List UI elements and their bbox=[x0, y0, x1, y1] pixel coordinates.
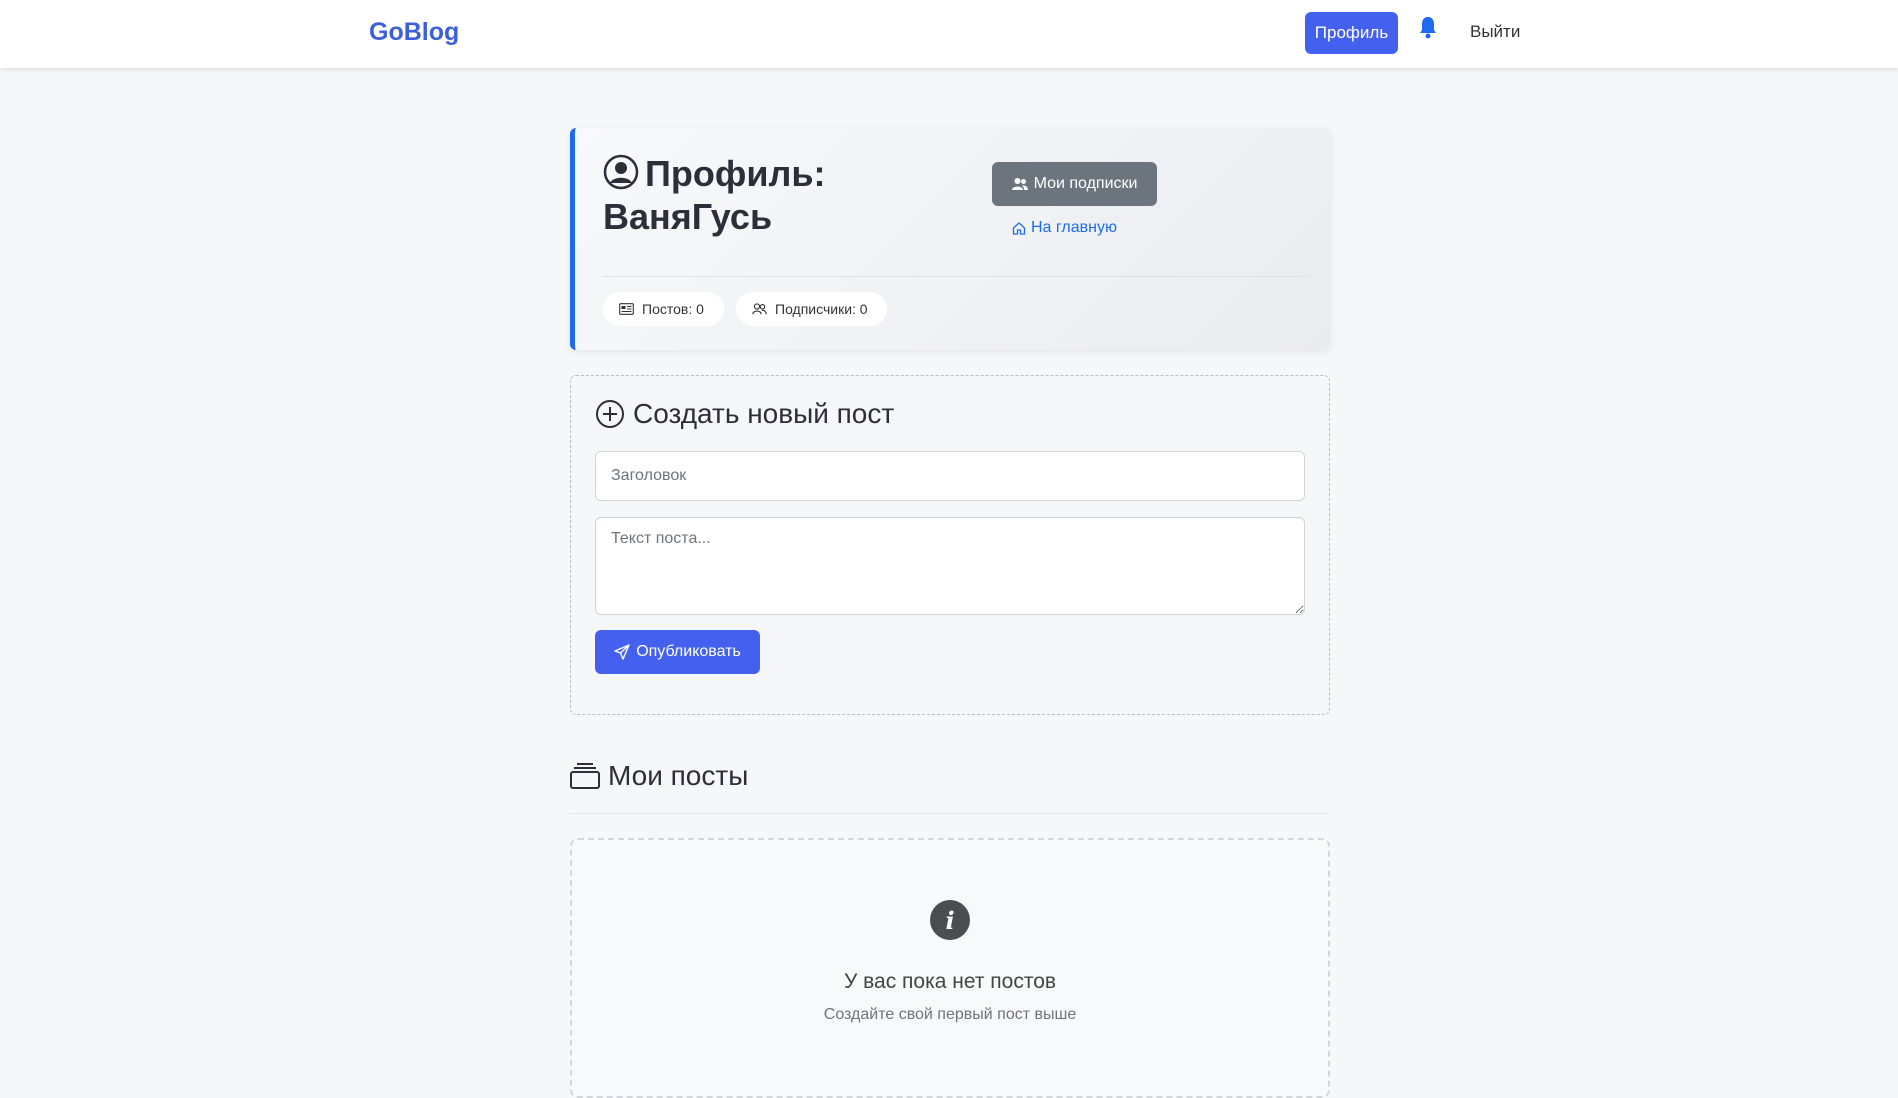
post-text-input[interactable] bbox=[595, 517, 1305, 615]
people-icon bbox=[752, 303, 767, 315]
my-subscriptions-button[interactable]: Мои подписки bbox=[992, 162, 1157, 206]
home-link-label: На главную bbox=[1031, 219, 1117, 236]
my-posts-title: Мои посты bbox=[608, 760, 749, 791]
users-icon bbox=[1011, 178, 1028, 190]
send-icon bbox=[614, 644, 630, 660]
create-post-heading: Создать новый пост bbox=[595, 398, 894, 430]
profile-title: Профиль: ВаняГусь bbox=[603, 152, 983, 238]
empty-posts-card: i У вас пока нет постов Создайте свой пе… bbox=[570, 838, 1330, 1098]
house-icon bbox=[1012, 222, 1026, 235]
profile-button[interactable]: Профиль bbox=[1305, 12, 1398, 54]
collection-icon bbox=[570, 763, 600, 789]
empty-posts-subtitle: Создайте свой первый пост выше bbox=[823, 1006, 1077, 1023]
empty-posts-title: У вас пока нет постов bbox=[843, 970, 1057, 993]
newspaper-icon bbox=[619, 303, 634, 315]
logout-link[interactable]: Выйти bbox=[1470, 22, 1520, 42]
publish-button[interactable]: Опубликовать bbox=[595, 630, 760, 674]
home-link[interactable]: На главную bbox=[1012, 219, 1117, 237]
plus-circle-icon bbox=[596, 400, 624, 428]
profile-username: ВаняГусь bbox=[603, 196, 773, 237]
posts-count-text: Постов: 0 bbox=[642, 301, 704, 317]
create-post-card: Создать новый пост Опубликовать bbox=[570, 375, 1330, 715]
profile-card: Профиль: ВаняГусь Мои подписки На главну… bbox=[570, 128, 1330, 350]
post-title-input[interactable] bbox=[595, 451, 1305, 501]
user-circle-icon bbox=[603, 154, 639, 190]
subscribers-count-badge: Подписчики: 0 bbox=[736, 292, 887, 326]
my-posts-heading: Мои посты bbox=[570, 760, 748, 792]
my-subscriptions-label: Мои подписки bbox=[1033, 175, 1138, 192]
profile-title-prefix: Профиль: bbox=[645, 153, 826, 194]
profile-divider bbox=[603, 276, 1308, 277]
brand-logo[interactable]: GoBlog bbox=[369, 18, 459, 47]
bell-icon[interactable] bbox=[1418, 16, 1438, 40]
subscribers-count-text: Подписчики: 0 bbox=[775, 301, 868, 317]
info-icon: i bbox=[930, 900, 970, 940]
publish-label: Опубликовать bbox=[636, 643, 741, 660]
my-posts-divider bbox=[570, 813, 1330, 814]
posts-count-badge: Постов: 0 bbox=[603, 292, 724, 326]
create-post-title: Создать новый пост bbox=[633, 398, 895, 429]
top-navbar: GoBlog Профиль Выйти bbox=[0, 0, 1898, 68]
